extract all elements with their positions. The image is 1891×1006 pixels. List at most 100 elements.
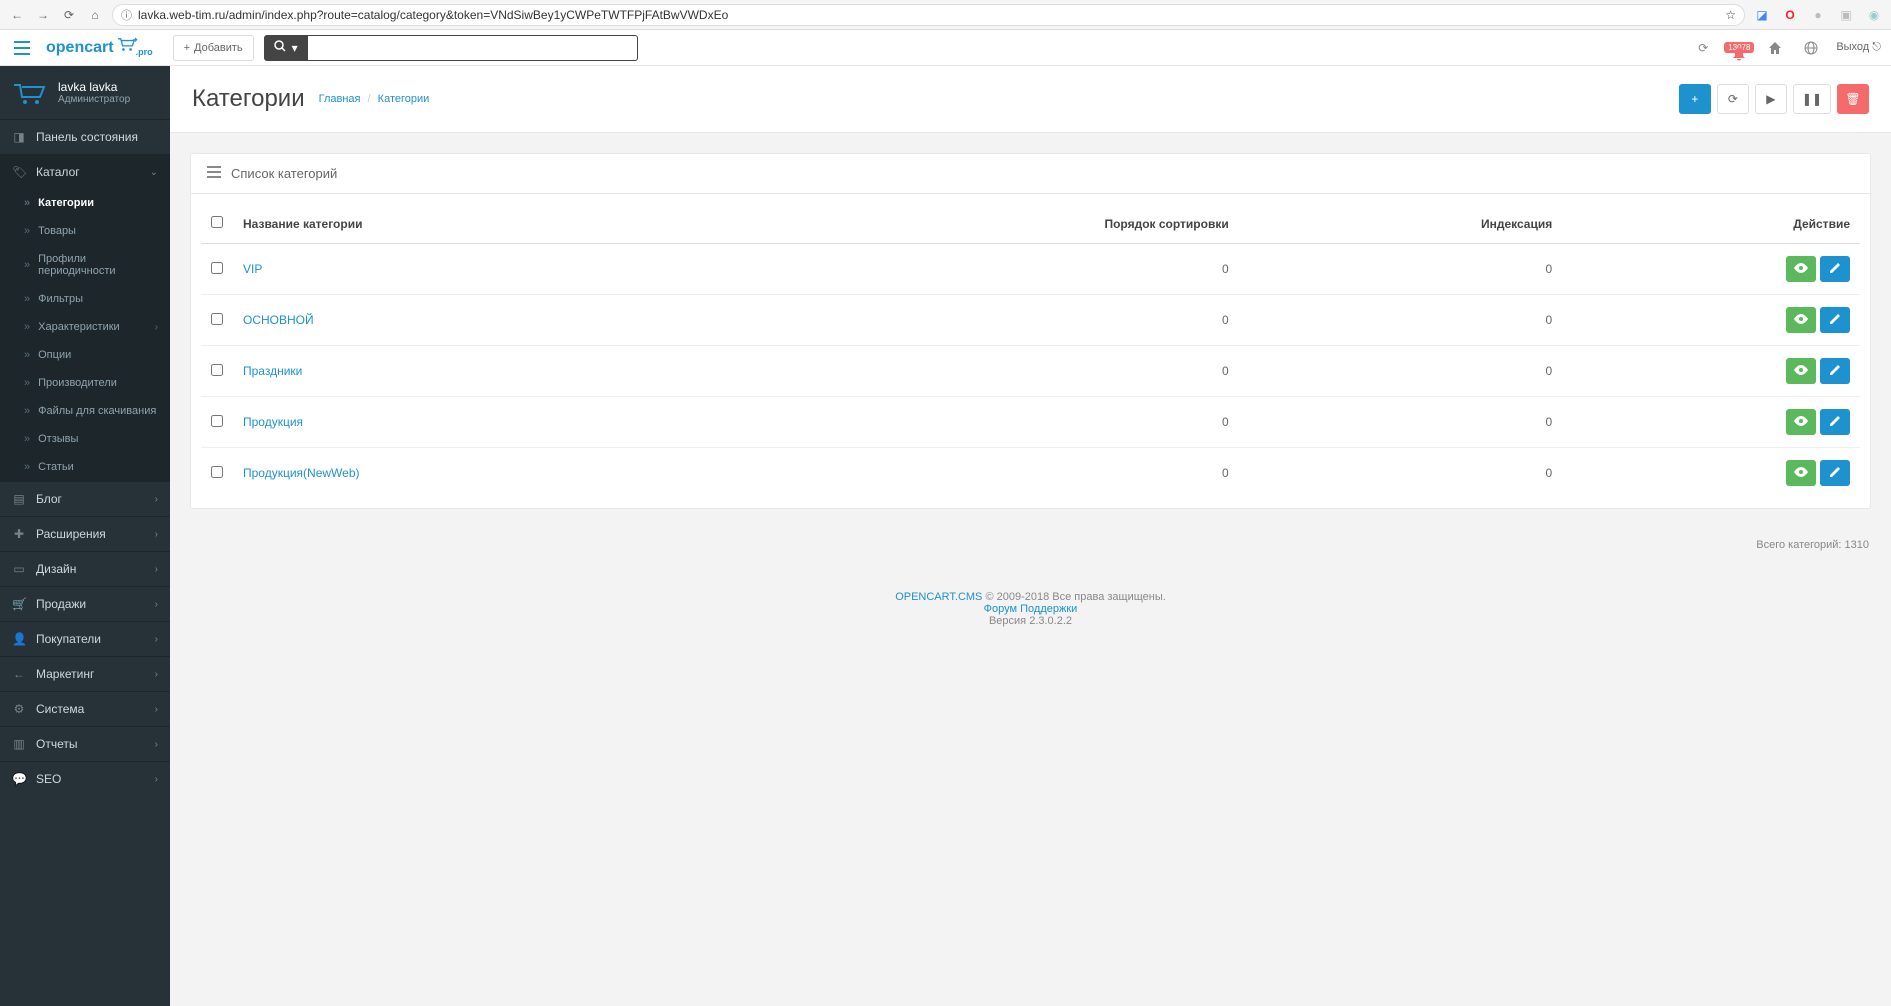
category-link[interactable]: Продукция (243, 415, 303, 429)
browser-forward-icon[interactable]: → (34, 6, 52, 24)
browser-back-icon[interactable]: ← (8, 6, 26, 24)
pause-button[interactable]: ❚❚ (1793, 84, 1831, 114)
ext-icon[interactable]: ● (1809, 6, 1827, 24)
breadcrumb-home[interactable]: Главная (319, 93, 361, 105)
sidebar-user-role: Администратор (58, 94, 130, 105)
browser-home-icon[interactable]: ⌂ (86, 6, 104, 24)
play-button[interactable]: ▶ (1755, 84, 1787, 114)
edit-button[interactable] (1820, 307, 1850, 333)
menu-label: Покупатели (36, 632, 101, 646)
sidebar-subitem-categories[interactable]: »Категории (0, 189, 170, 217)
chevron-right-icon: › (155, 704, 158, 715)
row-sort: 0 (727, 295, 1238, 346)
ext-icon[interactable]: ◉ (1865, 6, 1883, 24)
sidebar-subitem-attributes[interactable]: »Характеристики› (0, 313, 170, 341)
menu-toggle-icon[interactable] (10, 36, 34, 60)
row-checkbox[interactable] (211, 415, 223, 427)
sidebar-item-blog[interactable]: ▤Блог› (0, 482, 170, 516)
sidebar-subitem-downloads[interactable]: »Файлы для скачивания (0, 397, 170, 425)
logout-link[interactable]: Выход ⎋ (1836, 41, 1881, 54)
plus-icon: + (184, 42, 190, 54)
category-link[interactable]: VIP (243, 262, 262, 276)
category-link[interactable]: Продукция(NewWeb) (243, 466, 360, 480)
row-checkbox[interactable] (211, 262, 223, 274)
view-button[interactable] (1786, 307, 1816, 333)
logo[interactable]: opencart .pro (46, 37, 153, 58)
row-sort: 0 (727, 346, 1238, 397)
panel-body: Название категории Порядок сортировки Ин… (191, 194, 1870, 508)
category-link[interactable]: ОСНОВНОЙ (243, 313, 314, 327)
book-icon: ▤ (12, 492, 26, 506)
pencil-icon (1829, 466, 1841, 481)
breadcrumb-current[interactable]: Категории (378, 93, 430, 105)
menu-label: Отчеты (36, 737, 77, 751)
add-label: Добавить (194, 42, 243, 54)
sidebar-subitem-reviews[interactable]: »Отзывы (0, 425, 170, 453)
browser-reload-icon[interactable]: ⟳ (60, 6, 78, 24)
delete-button[interactable]: 🗑 (1837, 84, 1869, 114)
globe-icon[interactable] (1800, 37, 1822, 59)
col-index[interactable]: Индексация (1239, 204, 1563, 244)
panel-title: Список категорий (231, 166, 337, 181)
chevron-right-icon: › (155, 669, 158, 680)
row-checkbox[interactable] (211, 466, 223, 478)
search-input[interactable] (308, 35, 638, 61)
sidebar-subitem-options[interactable]: »Опции (0, 341, 170, 369)
sidebar-item-extensions[interactable]: ✚Расширения› (0, 517, 170, 551)
ext-icon[interactable]: ▣ (1837, 6, 1855, 24)
submenu-label: Файлы для скачивания (38, 405, 156, 417)
select-all-checkbox[interactable] (211, 216, 223, 228)
sidebar-item-seo[interactable]: 💬SEO› (0, 762, 170, 796)
view-button[interactable] (1786, 409, 1816, 435)
submenu-label: Отзывы (38, 433, 78, 445)
caret-down-icon: ▾ (292, 41, 298, 55)
arrow-icon: » (24, 349, 30, 361)
refresh-button[interactable]: ⟳ (1717, 84, 1749, 114)
edit-button[interactable] (1820, 460, 1850, 486)
avatar-icon (12, 81, 48, 105)
view-button[interactable] (1786, 460, 1816, 486)
sidebar-item-catalog[interactable]: 🏷Каталог⌄ (0, 155, 170, 189)
sidebar-item-dashboard[interactable]: ◨Панель состояния (0, 120, 170, 154)
ext-opera-icon[interactable]: O (1781, 6, 1799, 24)
submenu-label: Фильтры (38, 293, 83, 305)
eye-icon (1794, 262, 1808, 276)
ext-icon[interactable]: ◪ (1753, 6, 1771, 24)
sidebar-item-sales[interactable]: 🛒Продажи› (0, 587, 170, 621)
footer-forum-link[interactable]: Форум Поддержки (984, 603, 1078, 615)
sidebar-item-customers[interactable]: 👤Покупатели› (0, 622, 170, 656)
col-sort[interactable]: Порядок сортировки (727, 204, 1238, 244)
view-button[interactable] (1786, 358, 1816, 384)
refresh-icon[interactable]: ⟳ (1692, 37, 1714, 59)
row-checkbox[interactable] (211, 313, 223, 325)
sidebar-subitem-profiles[interactable]: »Профили периодичности (0, 245, 170, 285)
col-name[interactable]: Название категории (233, 204, 727, 244)
sidebar-subitem-articles[interactable]: »Статьи (0, 453, 170, 481)
submenu-label: Производители (38, 377, 117, 389)
edit-button[interactable] (1820, 256, 1850, 282)
add-new-button[interactable]: + (1679, 84, 1711, 114)
footer-link[interactable]: OPENCART.CMS (895, 591, 982, 603)
notifications-icon[interactable]: 13078 (1728, 37, 1750, 59)
sidebar-item-design[interactable]: ▭Дизайн› (0, 552, 170, 586)
star-icon[interactable]: ☆ (1725, 8, 1736, 22)
add-button[interactable]: + Добавить (173, 35, 254, 61)
view-button[interactable] (1786, 256, 1816, 282)
sidebar-item-marketing[interactable]: ←Маркетинг› (0, 657, 170, 691)
url-bar[interactable]: ⓘ lavka.web-tim.ru/admin/index.php?route… (112, 4, 1745, 26)
edit-button[interactable] (1820, 358, 1850, 384)
sidebar-subitem-manufacturers[interactable]: »Производители (0, 369, 170, 397)
eye-icon (1794, 415, 1808, 429)
sidebar-subitem-products[interactable]: »Товары (0, 217, 170, 245)
row-index: 0 (1239, 346, 1563, 397)
sidebar-subitem-filters[interactable]: »Фильтры (0, 285, 170, 313)
sidebar-item-reports[interactable]: ▥Отчеты› (0, 727, 170, 761)
edit-button[interactable] (1820, 409, 1850, 435)
menu-label: Блог (36, 492, 62, 506)
category-link[interactable]: Праздники (243, 364, 302, 378)
search-type-dropdown[interactable]: ▾ (264, 35, 308, 61)
sidebar-item-system[interactable]: ⚙Система› (0, 692, 170, 726)
table-header-row: Название категории Порядок сортировки Ин… (201, 204, 1860, 244)
home-icon[interactable] (1764, 37, 1786, 59)
row-checkbox[interactable] (211, 364, 223, 376)
